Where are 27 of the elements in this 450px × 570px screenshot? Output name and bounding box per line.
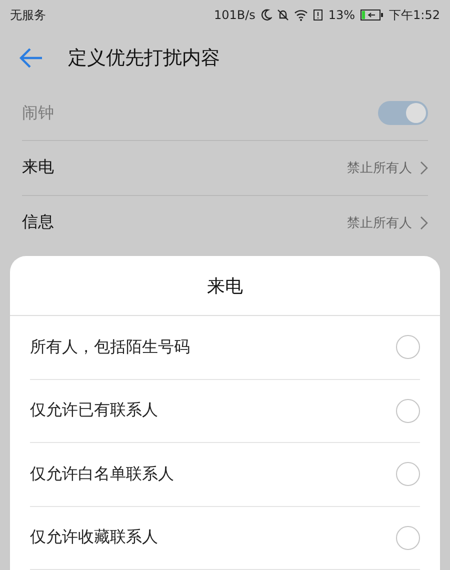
setting-label: 来电 xyxy=(22,157,55,178)
option-row[interactable]: 仅允许收藏联系人 xyxy=(30,506,420,570)
clock-time: 下午1:52 xyxy=(389,6,440,24)
battery-percent: 13% xyxy=(328,8,356,22)
setting-value: 禁止所有人 xyxy=(347,160,412,177)
radio-button[interactable] xyxy=(396,462,420,486)
muted-bell-icon xyxy=(277,9,290,22)
setting-label: 信息 xyxy=(22,212,55,234)
option-row[interactable]: 所有人，包括陌生号码 xyxy=(30,316,420,380)
sim-alert-icon xyxy=(313,9,324,22)
option-row[interactable]: 仅允许已有联系人 xyxy=(30,380,420,443)
setting-value: 禁止所有人 xyxy=(347,214,412,232)
setting-label: 闹钟 xyxy=(22,102,55,124)
wifi-icon xyxy=(294,9,308,22)
back-icon[interactable] xyxy=(18,47,44,70)
page-title: 定义优先打扰内容 xyxy=(68,46,220,72)
network-speed: 101B/s xyxy=(214,8,256,22)
option-row[interactable]: 仅允许白名单联系人 xyxy=(30,443,420,506)
carrier-text: 无服务 xyxy=(10,6,46,24)
radio-button[interactable] xyxy=(396,335,420,360)
battery-charging-icon xyxy=(360,9,384,22)
radio-button[interactable] xyxy=(396,526,420,550)
sheet-title: 来电 xyxy=(207,274,243,298)
chevron-right-icon[interactable] xyxy=(420,216,428,230)
radio-button[interactable] xyxy=(396,398,420,423)
chevron-right-icon[interactable] xyxy=(420,160,428,175)
moon-icon xyxy=(260,9,272,22)
